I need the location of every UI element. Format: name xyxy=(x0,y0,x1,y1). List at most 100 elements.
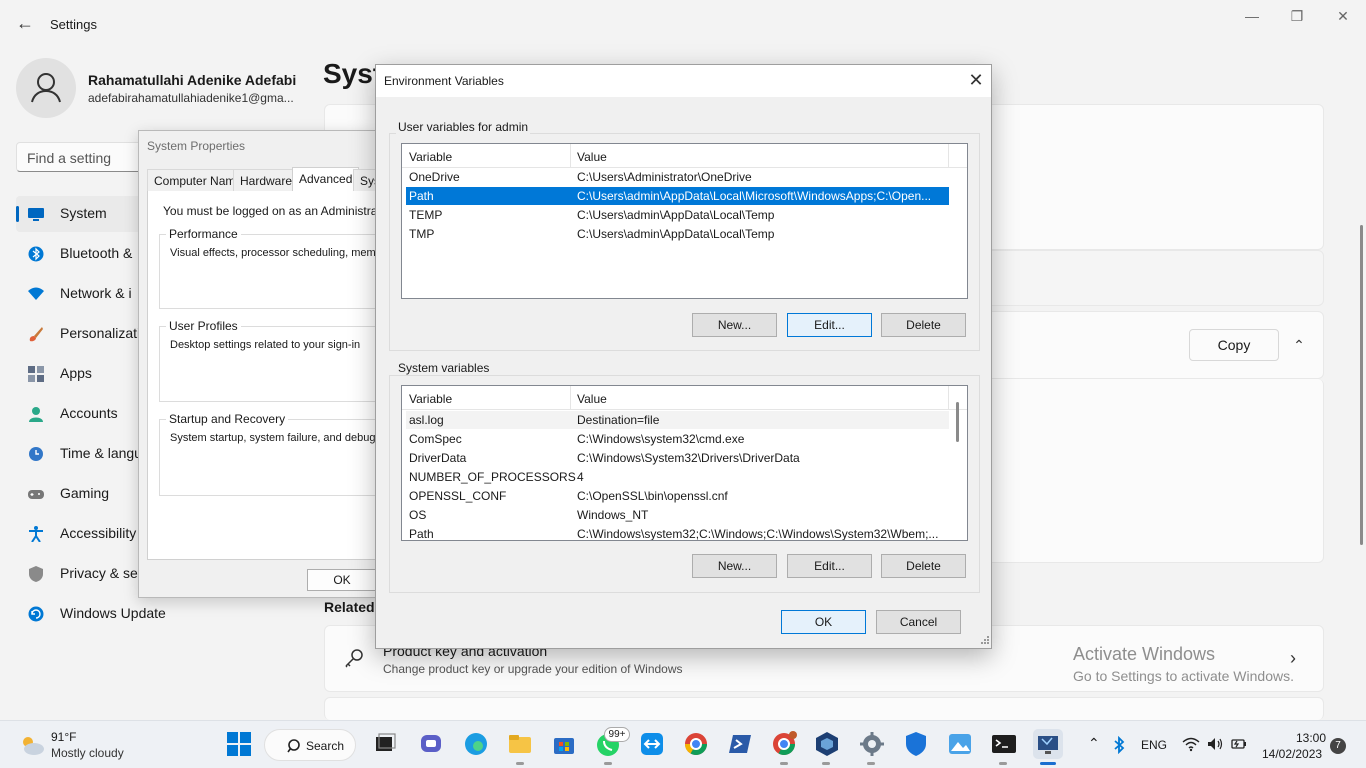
chevron-up-icon[interactable]: ⌃ xyxy=(1288,334,1310,356)
notification-count[interactable]: 7 xyxy=(1330,738,1346,754)
page-title: Syst xyxy=(323,58,383,89)
sidebar-item-accounts[interactable]: Accounts xyxy=(16,396,146,432)
column-variable[interactable]: Variable xyxy=(409,150,452,164)
scrollbar[interactable] xyxy=(1360,225,1363,545)
variable-name: OS xyxy=(409,508,427,522)
list-scrollbar[interactable] xyxy=(956,402,959,442)
sidebar-item-apps[interactable]: Apps xyxy=(16,356,146,392)
system-variables-label: System variables xyxy=(396,361,492,375)
chrome-icon[interactable] xyxy=(681,729,711,759)
variable-value: C:\Windows\system32;C:\Windows;C:\Window… xyxy=(577,527,939,541)
weather-desc[interactable]: Mostly cloudy xyxy=(51,746,124,760)
column-variable[interactable]: Variable xyxy=(409,392,452,406)
language-indicator[interactable]: ENG xyxy=(1141,738,1167,752)
security-shield-icon[interactable] xyxy=(901,729,931,759)
list-row[interactable]: TMP C:\Users\admin\AppData\Local\Temp xyxy=(406,225,949,243)
person-icon xyxy=(31,73,61,103)
tab-hardware[interactable]: Hardware xyxy=(233,169,300,191)
performance-group: Performance Visual effects, processor sc… xyxy=(159,227,377,309)
store-icon[interactable] xyxy=(549,729,579,759)
chrome-profile-icon[interactable] xyxy=(769,729,799,759)
sidebar-item-network-i[interactable]: Network & i xyxy=(16,276,146,312)
chat-icon[interactable] xyxy=(416,729,446,759)
list-row[interactable]: NUMBER_OF_PROCESSORS 4 xyxy=(406,468,949,486)
bluetooth-icon xyxy=(28,246,44,262)
sidebar-item-privacy-se[interactable]: Privacy & se xyxy=(16,556,146,592)
task-view-icon[interactable] xyxy=(370,729,400,759)
file-explorer-icon[interactable] xyxy=(505,729,535,759)
copy-button[interactable]: Copy xyxy=(1189,329,1279,361)
system-new-button[interactable]: New... xyxy=(692,554,777,578)
sidebar-item-windows-update[interactable]: Windows Update xyxy=(16,596,166,632)
sidebar-item-personalizati[interactable]: Personalizati xyxy=(16,316,146,352)
list-row[interactable]: OPENSSL_CONF C:\OpenSSL\bin\openssl.cnf xyxy=(406,487,949,505)
chevron-up-icon[interactable]: ⌃ xyxy=(1088,735,1100,752)
close-button[interactable]: ✕ xyxy=(1328,8,1358,26)
photos-icon[interactable] xyxy=(945,729,975,759)
sidebar-item-accessibility[interactable]: Accessibility xyxy=(16,516,146,552)
shield-icon xyxy=(28,566,44,582)
clock-date[interactable]: 14/02/2023 xyxy=(1262,747,1322,761)
chevron-right-icon[interactable]: › xyxy=(1290,648,1296,669)
taskbar: 91°F Mostly cloudy Search 99+ ⌃ ENG 13:0… xyxy=(0,720,1366,768)
column-value[interactable]: Value xyxy=(577,150,607,164)
list-row[interactable]: OS Windows_NT xyxy=(406,506,949,524)
list-row[interactable]: OneDrive C:\Users\Administrator\OneDrive xyxy=(406,168,949,186)
virtualbox-icon[interactable] xyxy=(812,729,842,759)
cancel-button[interactable]: Cancel xyxy=(876,610,961,634)
tab-advanced[interactable]: Advanced xyxy=(292,167,360,191)
sidebar-item-bluetooth[interactable]: Bluetooth & xyxy=(16,236,146,272)
weather-cloud-icon[interactable] xyxy=(18,733,46,757)
close-icon[interactable]: ✕ xyxy=(964,69,988,93)
list-row[interactable]: DriverData C:\Windows\System32\Drivers\Dr… xyxy=(406,449,949,467)
list-row[interactable]: TEMP C:\Users\admin\AppData\Local\Temp xyxy=(406,206,949,224)
minimize-button[interactable]: — xyxy=(1237,8,1267,26)
system-delete-button[interactable]: Delete xyxy=(881,554,966,578)
list-row[interactable]: ComSpec C:\Windows\system32\cmd.exe xyxy=(406,430,949,448)
ok-button[interactable]: OK xyxy=(307,569,377,591)
variable-name: NUMBER_OF_PROCESSORS xyxy=(409,470,576,484)
back-arrow-icon[interactable]: ← xyxy=(14,12,36,34)
user-edit-button[interactable]: Edit... xyxy=(787,313,872,337)
user-variables-list[interactable]: Variable Value OneDrive C:\Users\Administ… xyxy=(401,143,968,299)
list-row[interactable]: asl.log Destination=file xyxy=(406,411,949,429)
teamviewer-icon[interactable] xyxy=(637,729,667,759)
ok-button[interactable]: OK xyxy=(781,610,866,634)
edge-browser-icon[interactable] xyxy=(461,729,491,759)
resize-grip-icon[interactable] xyxy=(978,635,990,647)
system-variables-list[interactable]: Variable Value asl.log Destination=file Co… xyxy=(401,385,968,541)
system-properties-taskbar-icon[interactable] xyxy=(1033,729,1063,759)
weather-temp[interactable]: 91°F xyxy=(51,730,76,744)
wifi-icon[interactable] xyxy=(1182,736,1200,755)
sidebar-item-label: Gaming xyxy=(60,485,110,501)
user-email: adefabirahamatullahiadenike1@gma... xyxy=(88,91,294,105)
battery-icon[interactable] xyxy=(1230,736,1248,755)
search-input[interactable]: Find a setting xyxy=(16,142,146,172)
list-row[interactable]: Path C:\Users\admin\AppData\Local\Microso… xyxy=(406,187,949,205)
search-label: Search xyxy=(306,739,345,753)
powershell-icon[interactable] xyxy=(725,729,755,759)
list-row[interactable]: Path C:\Windows\system32;C:\Windows;C:\Wi… xyxy=(406,525,949,541)
selection-indicator xyxy=(16,206,19,222)
sidebar-item-time-langu[interactable]: Time & langu xyxy=(16,436,146,472)
variable-name: OneDrive xyxy=(409,170,460,184)
bluetooth-icon[interactable] xyxy=(1112,735,1126,757)
user-delete-button[interactable]: Delete xyxy=(881,313,966,337)
start-windows-icon[interactable] xyxy=(224,729,254,759)
column-value[interactable]: Value xyxy=(577,392,607,406)
sidebar-item-system[interactable]: System xyxy=(16,196,146,232)
clock-time[interactable]: 13:00 xyxy=(1296,731,1326,745)
avatar[interactable] xyxy=(16,58,76,118)
volume-icon[interactable] xyxy=(1206,736,1224,755)
apps-icon xyxy=(28,366,44,382)
settings-gear-icon[interactable] xyxy=(857,729,887,759)
maximize-button[interactable]: ❐ xyxy=(1282,8,1312,26)
terminal-icon[interactable] xyxy=(989,729,1019,759)
taskbar-search[interactable]: Search xyxy=(264,729,356,761)
sidebar-item-label: System xyxy=(60,205,107,221)
sidebar-item-gaming[interactable]: Gaming xyxy=(16,476,146,512)
user-new-button[interactable]: New... xyxy=(692,313,777,337)
startup-recovery-group: Startup and Recovery System startup, sys… xyxy=(159,412,377,496)
remote-desktop-card[interactable] xyxy=(324,697,1324,720)
system-edit-button[interactable]: Edit... xyxy=(787,554,872,578)
